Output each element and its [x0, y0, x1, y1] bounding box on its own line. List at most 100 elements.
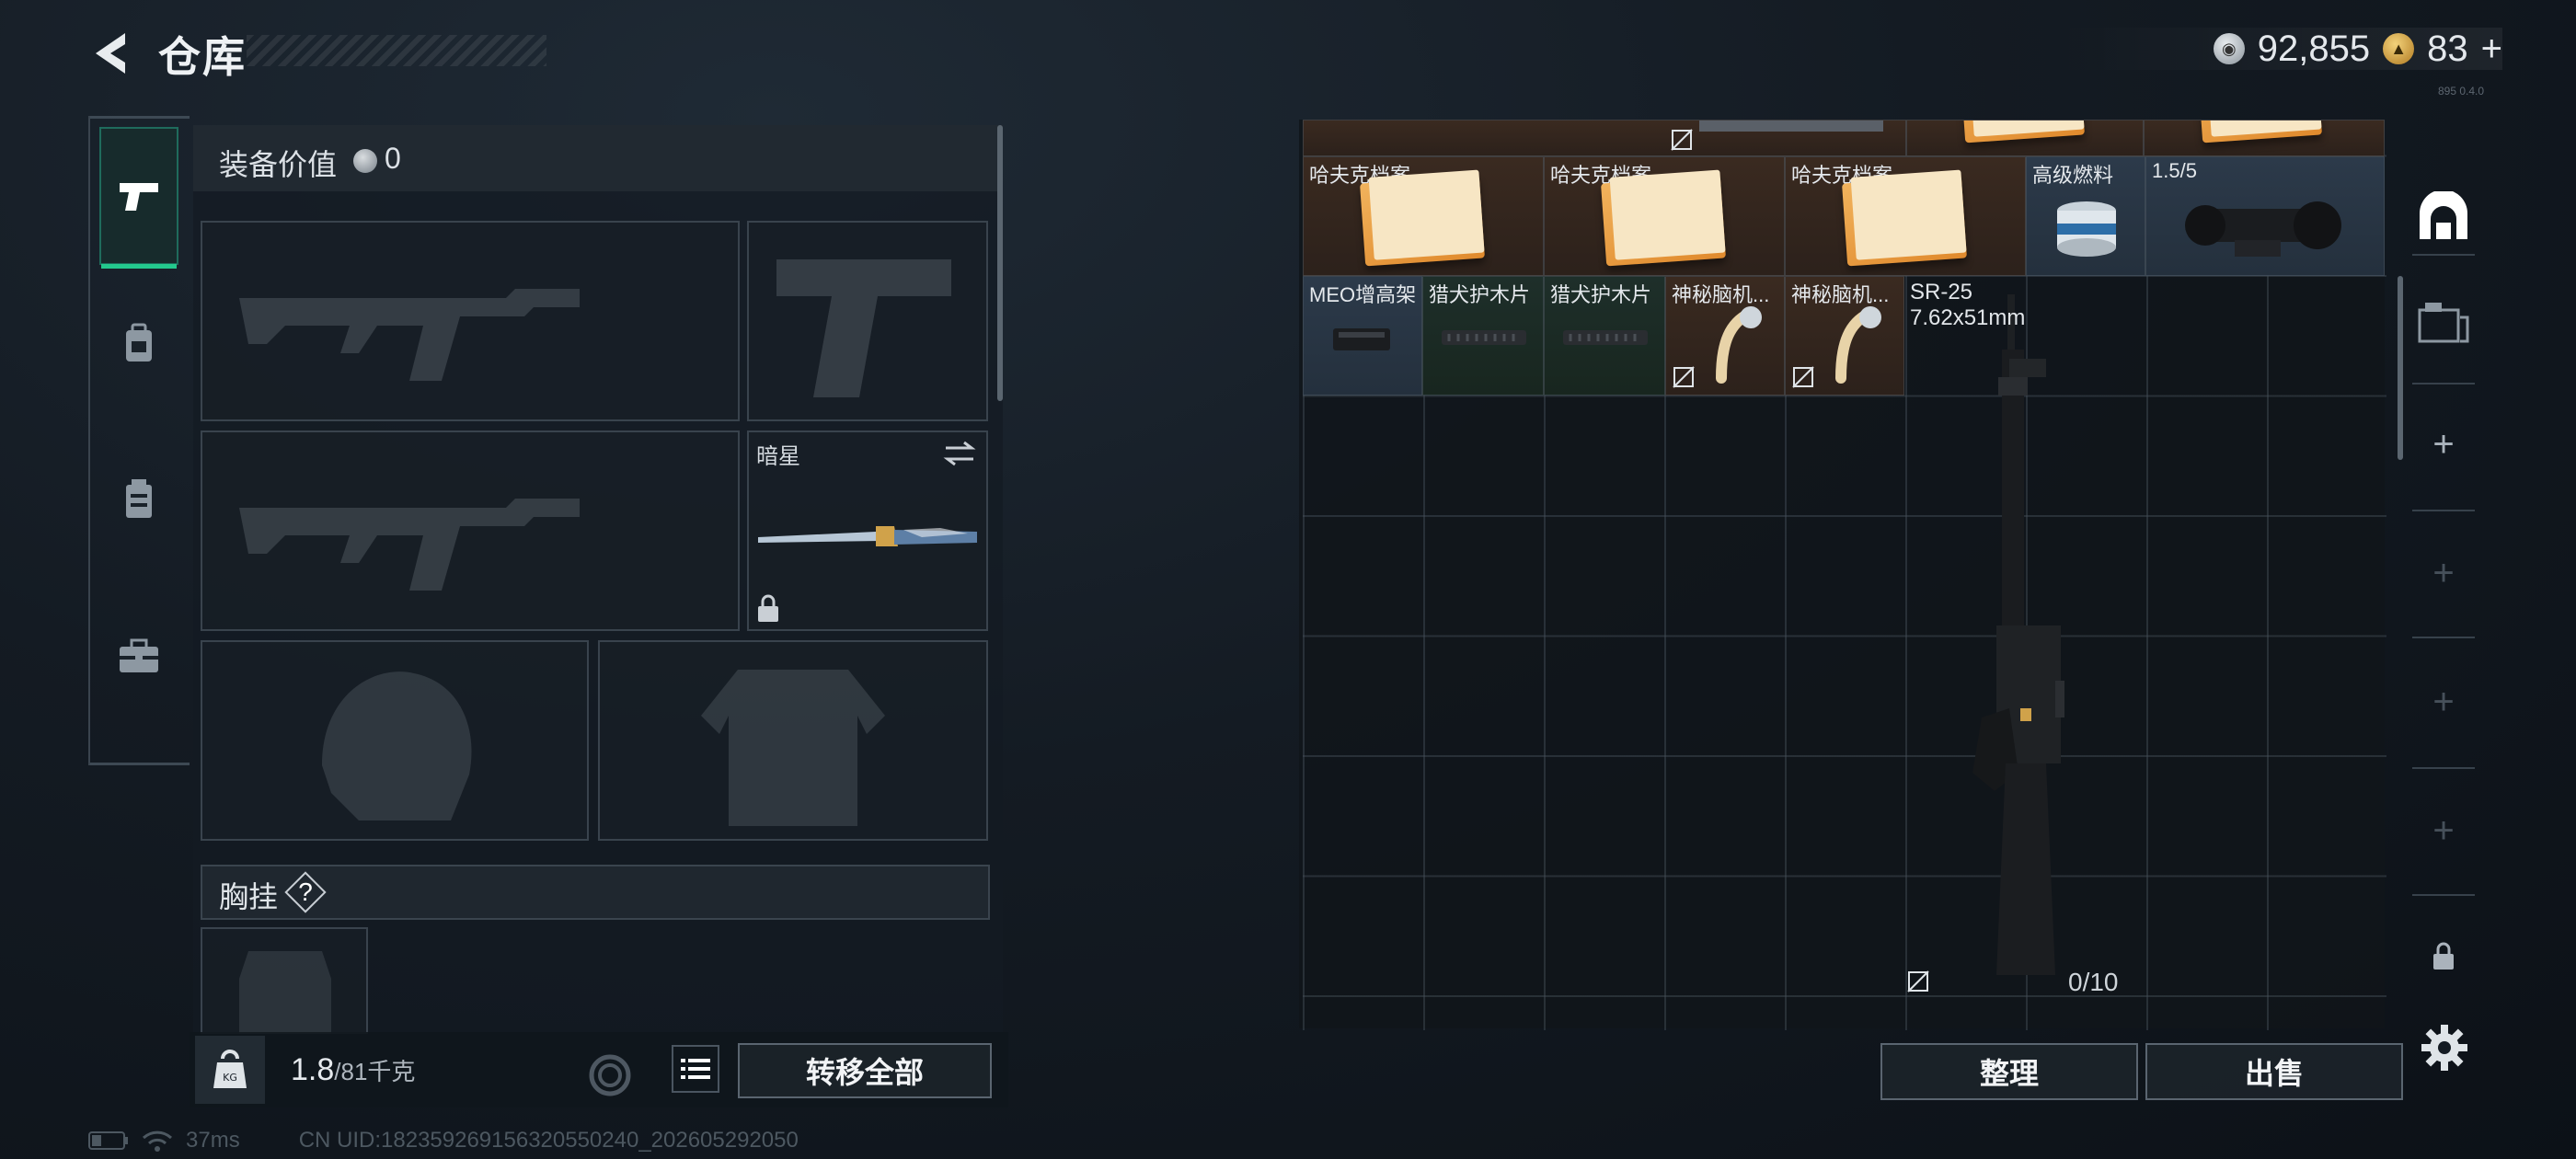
secondary-weapon-slot[interactable]: [201, 430, 740, 631]
sort-button[interactable]: 整理: [1880, 1043, 2138, 1100]
weight-icon: KG: [213, 1050, 247, 1088]
stash-item-brain-chip[interactable]: 神秘脑机...: [1785, 276, 1904, 396]
settings-button[interactable]: [2420, 1023, 2469, 1073]
nav-bottom-line: [90, 763, 190, 765]
list-view-button[interactable]: [672, 1045, 719, 1093]
add-tab-button-locked: +: [2405, 773, 2482, 889]
nav-backpack[interactable]: [99, 274, 178, 412]
helmet-silhouette-icon: [322, 671, 472, 820]
version-text: 895 0.4.0: [2438, 85, 2485, 98]
knife-icon: [758, 526, 977, 546]
nav-rig[interactable]: [99, 430, 178, 568]
stash-item-brain-chip[interactable]: 神秘脑机...: [1665, 276, 1785, 396]
pistol-slot[interactable]: [747, 221, 988, 421]
no-transfer-icon: [1673, 366, 1695, 388]
sell-button[interactable]: 出售: [2145, 1043, 2403, 1100]
primary-weapon-slot[interactable]: [201, 221, 740, 421]
brain-chip-icon: [1835, 306, 1881, 384]
stash-tabs: + + + +: [2405, 120, 2482, 1003]
back-arrow-icon: [96, 33, 125, 74]
rifle-sr25-icon: [1972, 294, 2064, 975]
folder-icon: [1960, 120, 2085, 143]
gear-icon: [2421, 1025, 2467, 1071]
nav-top-line: [90, 116, 190, 119]
wifi-icon: [142, 1130, 173, 1152]
weight-text: 1.8/81千克: [291, 1052, 415, 1088]
stash-scrollbar[interactable]: [2398, 276, 2403, 460]
armor-silhouette-icon: [701, 670, 885, 826]
weapon-ammo-count: 0/10: [2068, 968, 2119, 996]
gold-currency-value: 83: [2427, 28, 2468, 69]
item-label: 猎犬护木片: [1429, 283, 1531, 306]
backpack-icon: [126, 323, 152, 361]
toolbox-icon: [120, 638, 158, 672]
uid-text: CN UID:18235926915632055024​0_2026052920…: [298, 1128, 799, 1153]
scope-icon: [2185, 201, 2341, 257]
stash-item-hafk-file[interactable]: 哈夫克档案: [1785, 156, 2026, 276]
lock-icon: [2433, 942, 2454, 970]
capacity-lock-button[interactable]: KG: [195, 1036, 265, 1104]
silver-coin-icon: [353, 149, 377, 173]
stash-item-scope[interactable]: 1.5/5: [2145, 156, 2385, 276]
weapon-caliber: 7.62x51mm: [1910, 305, 2026, 330]
weight-max: /81千克: [334, 1058, 416, 1085]
rifle-silhouette-icon: [239, 499, 580, 591]
tab-main-stash[interactable]: [2405, 162, 2482, 272]
equipment-value-label: 装备价值: [219, 148, 338, 181]
item-label: 猎犬护木片: [1550, 283, 1652, 306]
add-currency-button[interactable]: +: [2481, 29, 2502, 70]
weapon-label: SR-25 7.62x51mm: [1910, 280, 2025, 331]
stash-item-fuel[interactable]: 高级燃料: [2026, 156, 2145, 276]
stash-item-hafk-file[interactable]: 哈夫克档案: [1303, 156, 1544, 276]
stash-item-sr25[interactable]: [1904, 276, 2144, 1003]
helmet-slot[interactable]: [201, 640, 589, 841]
silver-coin-icon: ◉: [2213, 33, 2245, 64]
transfer-all-button[interactable]: 转移全部: [738, 1043, 992, 1098]
melee-name: 暗星: [756, 444, 800, 469]
stash-item-partial[interactable]: [2144, 120, 2385, 156]
pistol-icon: [120, 183, 158, 211]
add-tab-button-locked: +: [2405, 515, 2482, 631]
stash-item-meo-riser[interactable]: MEO增高架: [1303, 276, 1422, 396]
item-label: 高级燃料: [2032, 164, 2114, 187]
armor-slot[interactable]: [598, 640, 988, 841]
plus-icon: +: [2432, 681, 2455, 722]
rifle-silhouette-icon: [239, 289, 580, 381]
no-transfer-icon: [1907, 970, 1929, 993]
gold-coin-icon: ▲: [2383, 33, 2415, 64]
swap-icon[interactable]: [942, 440, 977, 467]
folder-icon: [1360, 175, 1485, 267]
stash-item-handguard-plate[interactable]: 猎犬护木片: [1422, 276, 1544, 396]
back-button[interactable]: [83, 28, 138, 79]
folder-icon: [1842, 175, 1967, 267]
side-nav: [88, 116, 190, 765]
ping-text: 37ms: [186, 1128, 240, 1153]
melee-slot[interactable]: 暗星: [747, 430, 988, 631]
brain-chip-icon: [1716, 306, 1762, 384]
item-shape: [1699, 120, 1883, 132]
title-decoration: [247, 35, 546, 66]
ring-icon[interactable]: [587, 1052, 633, 1098]
stash-item-partial[interactable]: [1303, 120, 1906, 156]
chest-rig-slot[interactable]: [201, 927, 368, 1034]
equipment-scrollbar[interactable]: [997, 125, 1003, 401]
weight-current: 1.8: [291, 1052, 335, 1087]
no-transfer-icon: [1671, 129, 1693, 151]
storage-crate-icon: [2418, 303, 2469, 343]
add-tab-button[interactable]: +: [2405, 386, 2482, 502]
nav-weapons[interactable]: [99, 127, 178, 269]
folder-icon: [2197, 120, 2322, 143]
lock-button[interactable]: [2405, 929, 2482, 984]
chest-rig-label: 胸挂: [219, 880, 279, 913]
tab-storage[interactable]: [2405, 267, 2482, 377]
item-label: MEO增高架: [1309, 283, 1417, 306]
stash-item-handguard-plate[interactable]: 猎犬护木片: [1544, 276, 1665, 396]
stash-item-hafk-file[interactable]: 哈夫克档案: [1544, 156, 1785, 276]
battery-icon: [88, 1131, 128, 1150]
svg-text:KG: KG: [223, 1072, 237, 1084]
help-icon[interactable]: ?: [287, 874, 324, 911]
nav-toolbox[interactable]: [99, 587, 178, 725]
pistol-silhouette-icon: [776, 259, 951, 397]
list-icon: [681, 1059, 710, 1079]
stash-item-partial[interactable]: [1906, 120, 2144, 156]
